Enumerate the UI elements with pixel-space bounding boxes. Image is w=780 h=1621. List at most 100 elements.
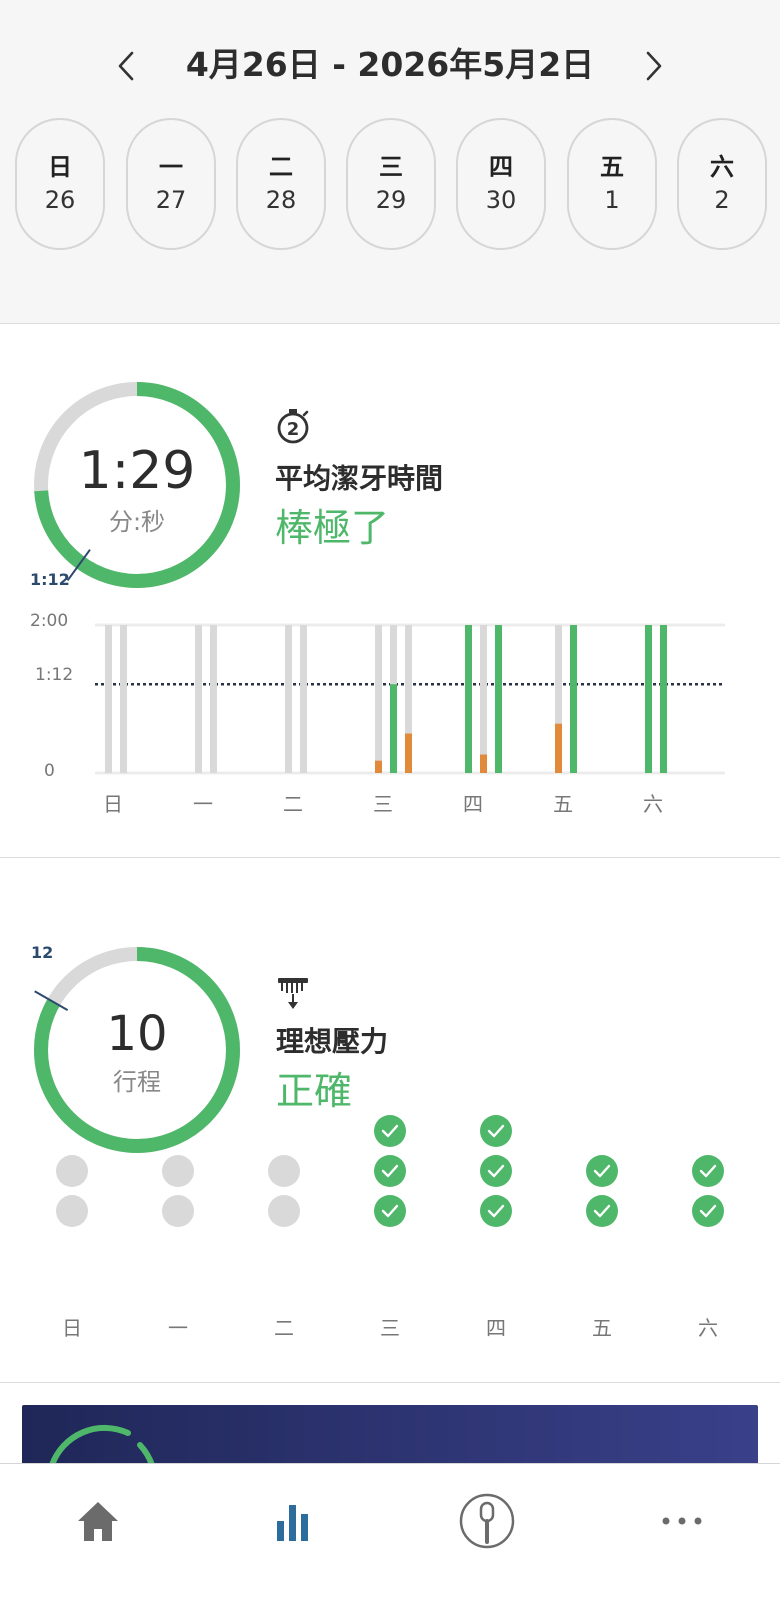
next-week-button[interactable]: [630, 42, 678, 90]
chart-bar: [405, 733, 412, 773]
chart-bar-track: [300, 625, 307, 773]
bar-chart-icon: [277, 1505, 308, 1541]
pressure-title: 理想壓力: [276, 1025, 389, 1058]
banner-ring-graphic: [49, 1424, 155, 1465]
chart-weekday-label: 二: [283, 792, 303, 816]
check-icon: [487, 1164, 505, 1178]
day-number: 30: [485, 186, 517, 214]
day-pill-sun[interactable]: 日 26: [15, 118, 105, 250]
chart-bar-track: [375, 625, 382, 773]
pressure-weekday-label: 二: [274, 1316, 294, 1340]
pressure-empty-dot: [268, 1155, 300, 1187]
pressure-weekday-label: 日: [62, 1316, 82, 1340]
week-selector: 4月26日 - 2026年5月2日 日 26 一 27 二 28 三 29 四 …: [0, 0, 780, 324]
chart-bar-track: [105, 625, 112, 773]
check-icon: [381, 1204, 399, 1218]
check-icon: [699, 1164, 717, 1178]
pressure-unit: 行程: [113, 1068, 161, 1096]
day-weekday: 二: [269, 153, 293, 181]
pressure-check-dot: [692, 1195, 724, 1227]
section-divider: [0, 1382, 780, 1383]
promo-banner[interactable]: [22, 1405, 758, 1465]
chart-weekday-label: 四: [463, 792, 483, 816]
tab-stats[interactable]: [253, 1486, 333, 1556]
pressure-empty-dot: [162, 1155, 194, 1187]
pressure-empty-dot: [268, 1195, 300, 1227]
check-icon: [487, 1124, 505, 1138]
pressure-check-dot: [480, 1115, 512, 1147]
check-icon: [699, 1204, 717, 1218]
tab-more[interactable]: [642, 1486, 722, 1556]
pressure-check-dot: [586, 1195, 618, 1227]
pressure-empty-dot: [162, 1195, 194, 1227]
pressure-weekday-label: 一: [168, 1316, 188, 1340]
day-pill-fri[interactable]: 五 1: [567, 118, 657, 250]
day-weekday: 一: [159, 153, 183, 181]
day-weekday: 五: [600, 153, 624, 181]
pressure-ring: 10 行程: [27, 940, 247, 1160]
day-pill-thu[interactable]: 四 30: [456, 118, 546, 250]
pressure-check-dot: [692, 1155, 724, 1187]
check-icon: [593, 1164, 611, 1178]
day-pill-sat[interactable]: 六 2: [677, 118, 767, 250]
chart-bar: [645, 625, 652, 773]
pressure-card[interactable]: 10 行程 12 理想壓力 正確 日 一 二 三 四 五 六: [0, 858, 780, 1382]
previous-week-button[interactable]: [102, 42, 150, 90]
day-weekday: 三: [379, 153, 403, 181]
check-icon: [381, 1124, 399, 1138]
pressure-check-dot: [586, 1155, 618, 1187]
pressure-target-label: 12: [31, 943, 54, 962]
day-number: 28: [265, 186, 297, 214]
brushing-time-card[interactable]: 1:29 分:秒 1:12 2 平均潔牙時間 棒極了 2:00 1:12 0 日…: [0, 325, 780, 857]
check-icon: [487, 1204, 505, 1218]
brush-pressure-icon: [278, 978, 308, 1009]
chart-bar: [390, 684, 397, 773]
day-number: 27: [155, 186, 187, 214]
more-dots-icon: [662, 1517, 702, 1525]
pressure-weekday-label: 六: [698, 1316, 718, 1340]
day-pill-mon[interactable]: 一 27: [126, 118, 216, 250]
pressure-check-dot: [374, 1195, 406, 1227]
pressure-value: 10: [106, 1006, 168, 1062]
pressure-weekday-label: 四: [486, 1316, 506, 1340]
date-range-title: 4月26日 - 2026年5月2日: [185, 45, 595, 84]
pressure-empty-dot: [56, 1195, 88, 1227]
day-weekday: 四: [489, 153, 513, 181]
chart-bar-track: [480, 625, 487, 773]
chart-bar: [375, 760, 382, 773]
pressure-weekday-label: 五: [592, 1316, 612, 1340]
pressure-check-dot: [374, 1115, 406, 1147]
chevron-left-icon: [118, 51, 134, 81]
chart-bar: [480, 754, 487, 773]
chart-bar: [465, 625, 472, 773]
chart-bar: [555, 723, 562, 773]
chart-bar-track: [195, 625, 202, 773]
chart-weekday-label: 一: [193, 792, 213, 816]
tab-brush[interactable]: [447, 1486, 527, 1556]
day-weekday: 六: [710, 153, 734, 181]
pressure-check-dot: [374, 1155, 406, 1187]
day-number: 26: [44, 186, 76, 214]
pressure-weekday-label: 三: [380, 1316, 400, 1340]
chart-weekday-label: 日: [103, 792, 123, 816]
pressure-empty-dot: [56, 1155, 88, 1187]
check-icon: [593, 1204, 611, 1218]
bottom-tab-bar: [0, 1463, 780, 1621]
day-weekday: 日: [48, 153, 72, 181]
pressure-check-dot: [480, 1155, 512, 1187]
chart-bar: [495, 625, 502, 773]
brushing-time-bar-chart: [95, 623, 725, 775]
day-number: 1: [604, 186, 620, 214]
day-pill-wed[interactable]: 三 29: [346, 118, 436, 250]
pressure-status: 正確: [276, 1069, 353, 1113]
day-number: 2: [714, 186, 730, 214]
home-icon: [78, 1502, 118, 1541]
day-pill-tue[interactable]: 二 28: [236, 118, 326, 250]
chevron-right-icon: [646, 51, 662, 81]
toothbrush-head-icon: [459, 1493, 515, 1549]
tab-home[interactable]: [58, 1486, 138, 1556]
check-icon: [381, 1164, 399, 1178]
chart-bar-track: [210, 625, 217, 773]
pressure-check-dot: [480, 1195, 512, 1227]
chart-weekday-label: 三: [373, 792, 393, 816]
